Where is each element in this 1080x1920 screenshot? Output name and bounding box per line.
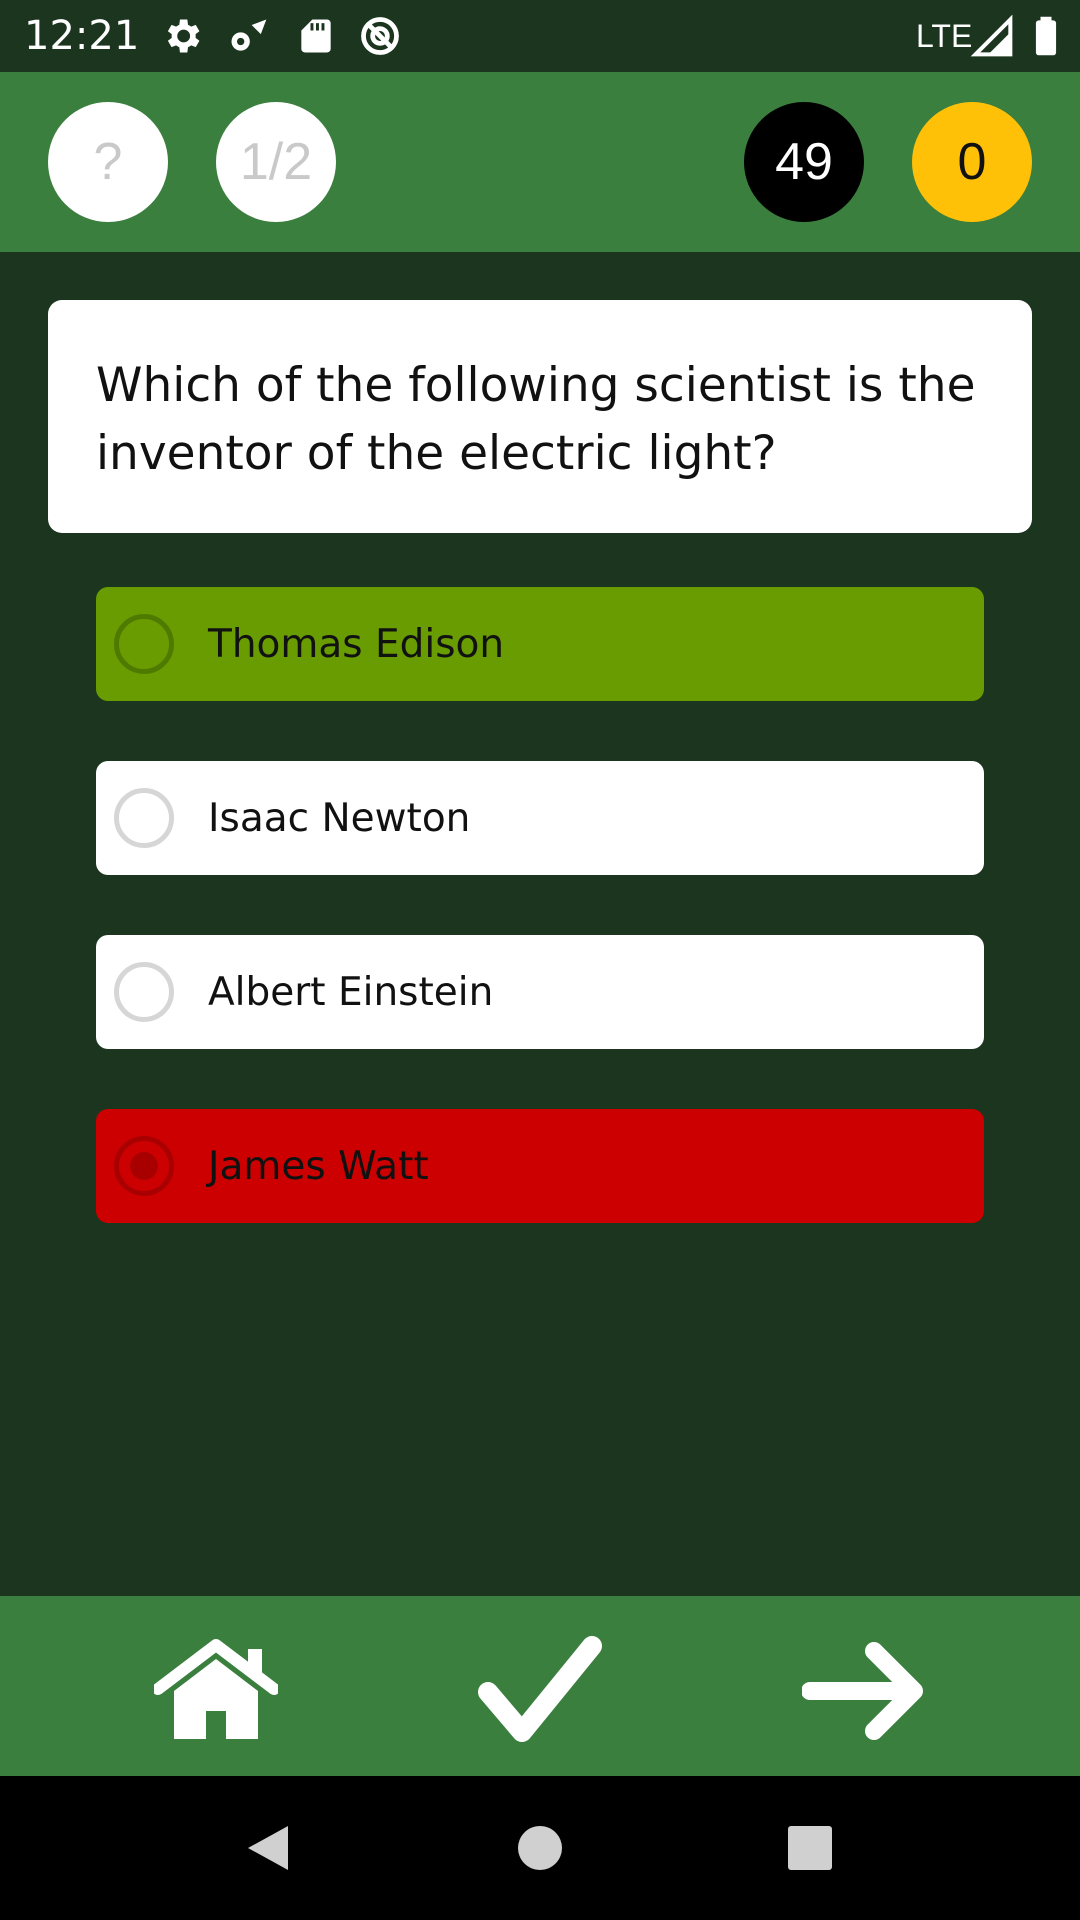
home-button[interactable]	[151, 1626, 281, 1756]
radio-button[interactable]	[114, 614, 174, 674]
question-text: Which of the following scientist is the …	[96, 358, 976, 481]
system-navigation-bar	[0, 1776, 1080, 1920]
help-button[interactable]: ?	[48, 102, 168, 222]
recents-square-icon	[788, 1826, 832, 1870]
battery-icon	[1035, 16, 1057, 56]
check-button[interactable]	[475, 1626, 605, 1756]
option-albert-einstein[interactable]: Albert Einstein	[96, 935, 984, 1049]
option-label: Thomas Edison	[208, 621, 505, 667]
home-nav-button[interactable]	[504, 1812, 576, 1884]
next-button[interactable]	[799, 1626, 929, 1756]
question-card: Which of the following scientist is the …	[48, 300, 1032, 533]
quiz-header: ? 1/2 49 0	[0, 72, 1080, 252]
bottom-toolbar	[0, 1596, 1080, 1776]
timer-counter: 49	[744, 102, 864, 222]
option-label: Albert Einstein	[208, 969, 494, 1015]
settings-icon	[167, 19, 200, 53]
network-type: LTE	[916, 18, 973, 54]
option-isaac-newton[interactable]: Isaac Newton	[96, 761, 984, 875]
recents-button[interactable]	[774, 1812, 846, 1884]
radio-button[interactable]	[114, 788, 174, 848]
check-icon	[478, 1636, 602, 1742]
status-time: 12:21	[24, 13, 140, 59]
status-bar: 12:21 LTE	[0, 0, 1080, 72]
data-saver-icon	[361, 17, 399, 55]
home-icon	[154, 1639, 278, 1739]
sd-card-icon	[301, 19, 331, 53]
signal-icon	[970, 14, 1013, 57]
arrow-right-icon	[802, 1642, 923, 1740]
option-thomas-edison[interactable]: Thomas Edison	[96, 587, 984, 701]
radio-button[interactable]	[114, 962, 174, 1022]
back-triangle-icon	[248, 1826, 288, 1870]
option-label: Isaac Newton	[208, 795, 471, 841]
back-button[interactable]	[232, 1812, 304, 1884]
question-progress: 1/2	[216, 102, 336, 222]
option-label: James Watt	[208, 1143, 429, 1189]
home-circle-icon	[518, 1826, 562, 1870]
score-counter: 0	[912, 102, 1032, 222]
wifi-settings-icon	[231, 19, 267, 51]
option-james-watt[interactable]: James Watt	[96, 1109, 984, 1223]
radio-button[interactable]	[114, 1136, 174, 1196]
